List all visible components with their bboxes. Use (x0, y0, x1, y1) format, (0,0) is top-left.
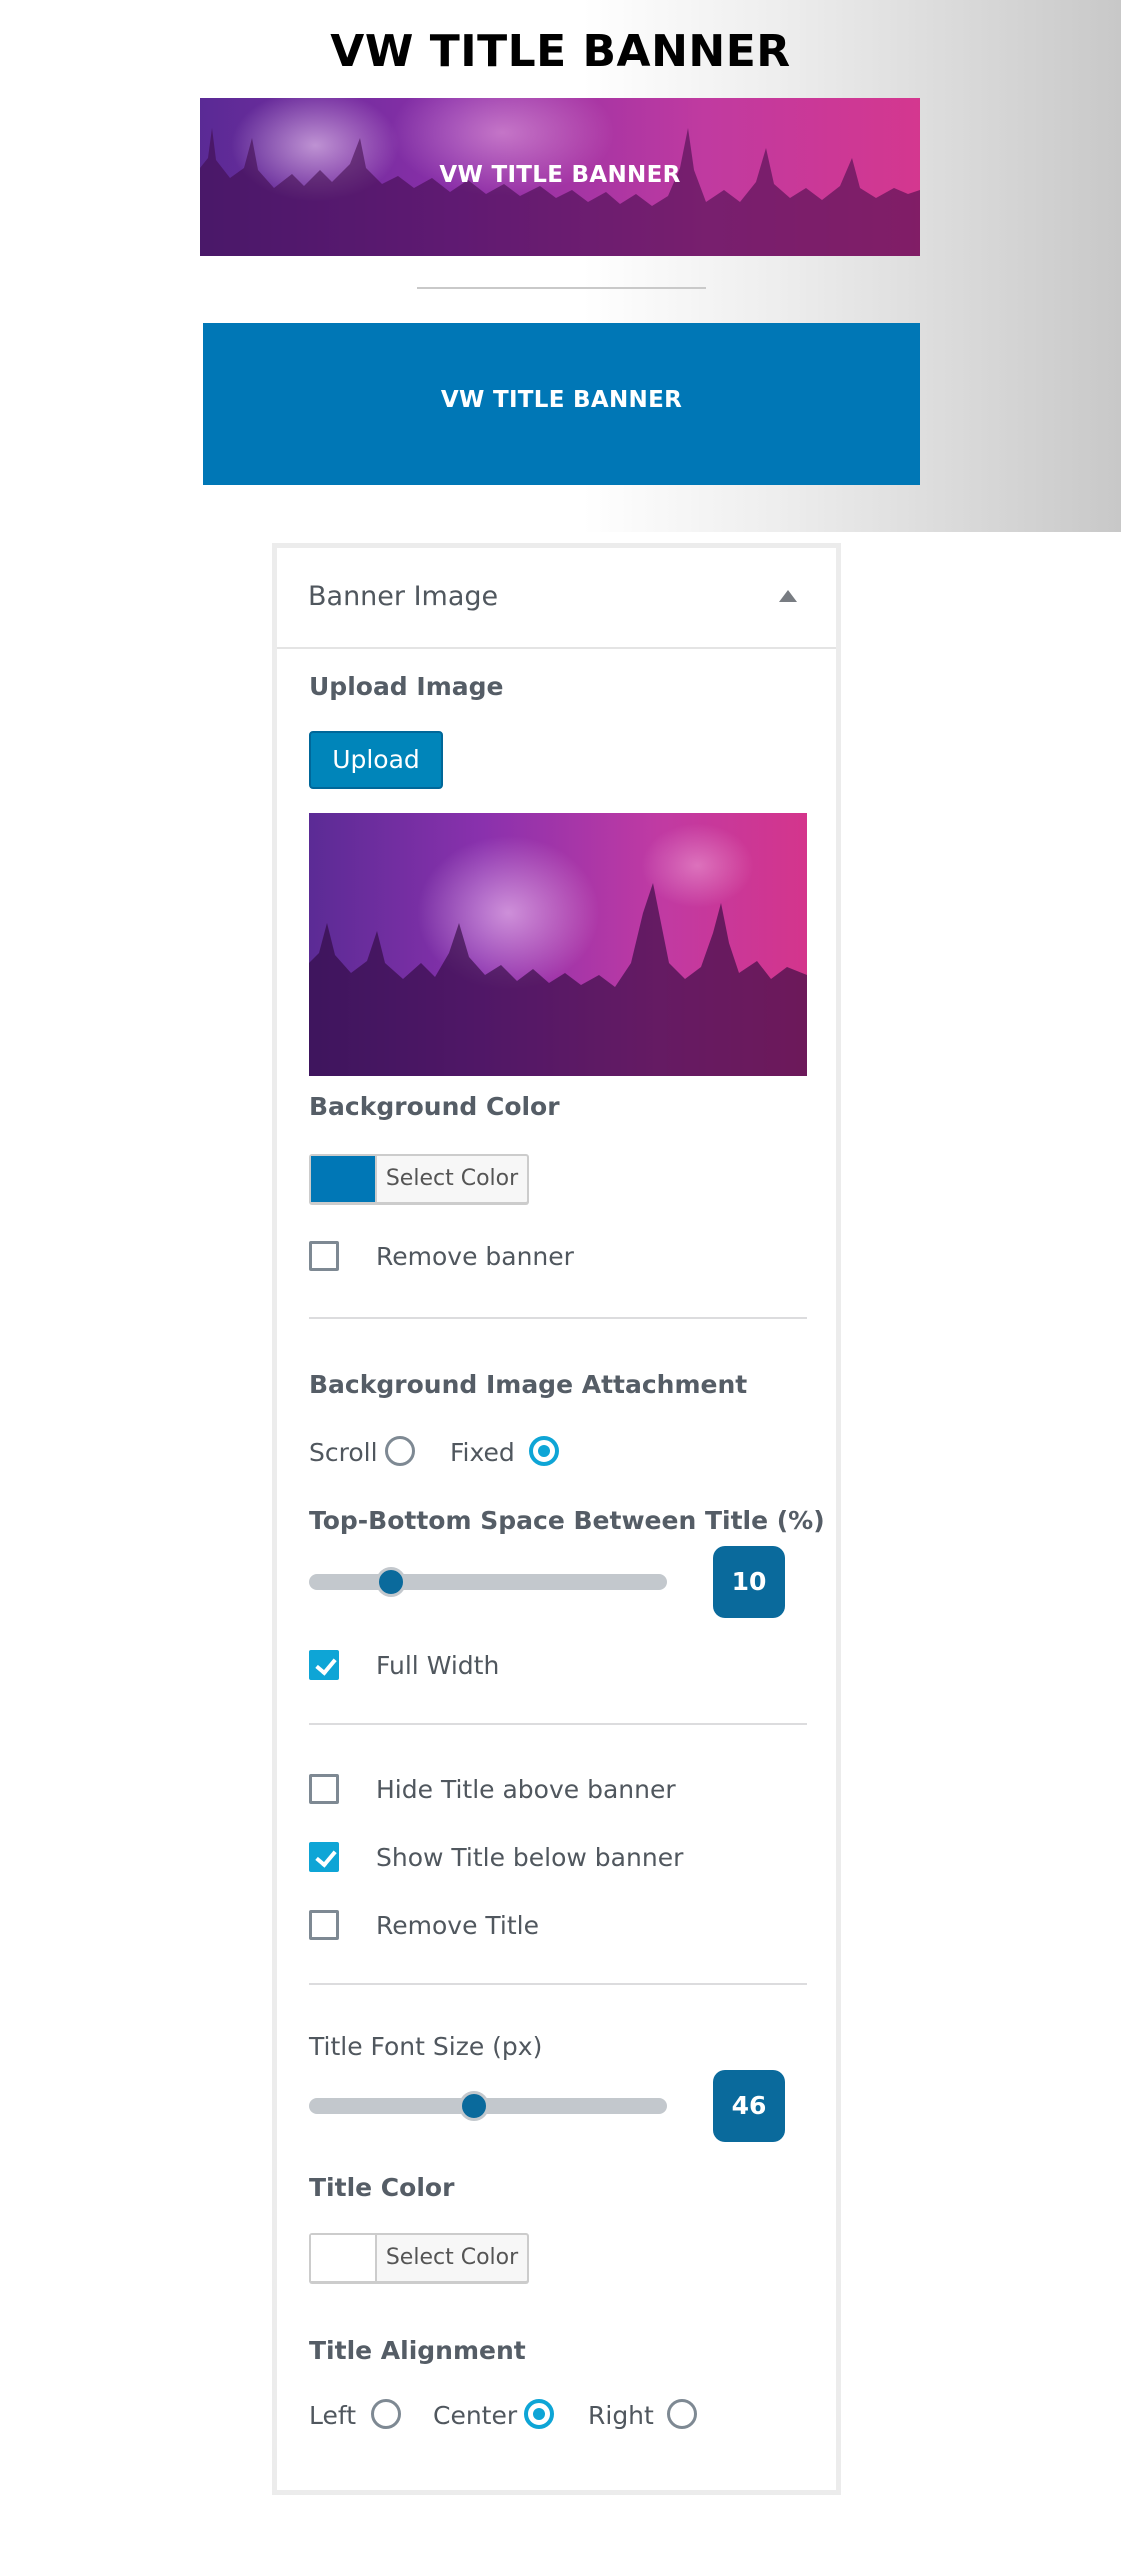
align-center-label: Center (433, 2401, 518, 2430)
section-divider (309, 1983, 807, 1985)
color-banner-title: VW TITLE BANNER (440, 387, 683, 413)
upload-button[interactable]: Upload (309, 731, 443, 789)
remove-title-checkbox[interactable] (309, 1910, 339, 1940)
select-color-button[interactable]: Select Color (375, 1156, 527, 1202)
hide-title-above-label: Hide Title above banner (376, 1775, 676, 1804)
hide-title-above-checkbox[interactable] (309, 1774, 339, 1804)
background-color-label: Background Color (309, 1092, 560, 1121)
crowd-silhouette (309, 883, 807, 1076)
font-size-slider-thumb[interactable] (458, 2091, 489, 2121)
collapse-caret-icon[interactable] (779, 590, 797, 602)
align-left-label: Left (309, 2401, 357, 2430)
select-color-button[interactable]: Select Color (375, 2235, 527, 2281)
full-width-label: Full Width (376, 1651, 500, 1680)
spacing-label: Top-Bottom Space Between Title (%) (309, 1506, 825, 1535)
full-width-checkbox[interactable] (309, 1650, 339, 1680)
scroll-option-label: Scroll (309, 1438, 378, 1467)
fixed-option-label: Fixed (450, 1438, 515, 1467)
image-banner: VW TITLE BANNER (200, 98, 920, 256)
title-color-label: Title Color (309, 2173, 455, 2202)
banner-image-panel: Banner Image Upload Image Upload Backgro… (272, 543, 841, 2495)
remove-title-label: Remove Title (376, 1911, 539, 1940)
attachment-label: Background Image Attachment (309, 1370, 748, 1399)
spacing-value-badge: 10 (713, 1546, 785, 1618)
show-title-below-label: Show Title below banner (376, 1843, 684, 1872)
font-size-value-badge: 46 (713, 2070, 785, 2142)
fixed-radio[interactable] (529, 1436, 559, 1466)
align-left-radio[interactable] (371, 2399, 401, 2429)
divider (417, 287, 706, 289)
title-color-swatch (311, 2235, 375, 2281)
color-banner: VW TITLE BANNER (203, 323, 920, 485)
page-title: VW TITLE BANNER (330, 26, 791, 77)
spacing-slider-thumb[interactable] (376, 1567, 407, 1597)
background-color-swatch (311, 1156, 375, 1202)
image-banner-title: VW TITLE BANNER (439, 162, 681, 188)
upload-image-label: Upload Image (309, 672, 504, 701)
section-divider (309, 1317, 807, 1319)
show-title-below-checkbox[interactable] (309, 1842, 339, 1872)
preview-area: VW TITLE BANNER VW TITLE BANNER VW TITLE… (0, 0, 1121, 532)
remove-banner-checkbox[interactable] (309, 1241, 339, 1271)
align-right-radio[interactable] (667, 2399, 697, 2429)
panel-header[interactable]: Banner Image (277, 548, 836, 649)
uploaded-image-preview (309, 813, 807, 1076)
panel-title: Banner Image (308, 581, 499, 612)
title-color-picker[interactable]: Select Color (309, 2233, 529, 2283)
scroll-radio[interactable] (385, 1436, 415, 1466)
section-divider (309, 1723, 807, 1725)
align-center-radio[interactable] (524, 2399, 554, 2429)
spacing-slider-track[interactable] (309, 1574, 667, 1590)
align-right-label: Right (588, 2401, 654, 2430)
background-color-picker[interactable]: Select Color (309, 1154, 529, 1204)
font-size-label: Title Font Size (px) (309, 2032, 543, 2061)
title-alignment-label: Title Alignment (309, 2336, 526, 2365)
remove-banner-label: Remove banner (376, 1242, 574, 1271)
